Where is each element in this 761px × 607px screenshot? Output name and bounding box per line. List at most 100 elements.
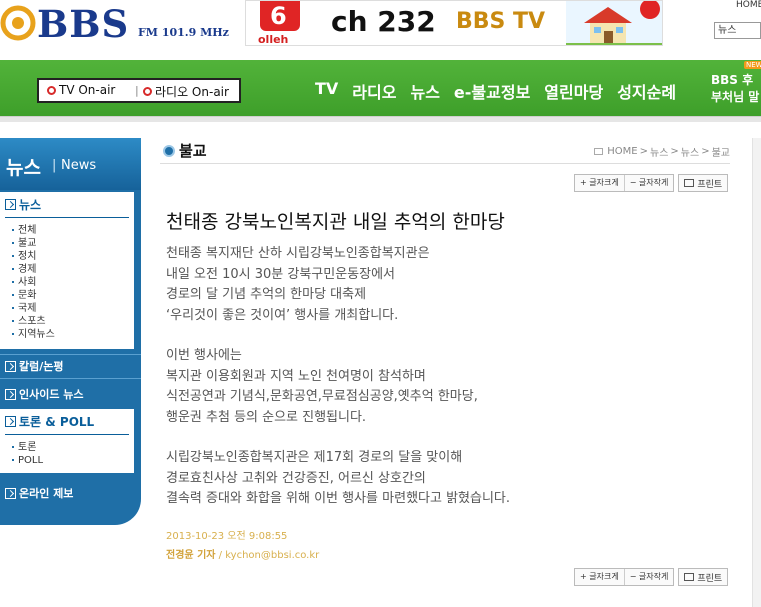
site-select[interactable]: 뉴스	[714, 22, 761, 39]
body-line: 경로효친사상 고취와 건강증진, 어르신 상호간의	[166, 470, 426, 486]
sidebar-item-society[interactable]: 사회	[12, 276, 55, 289]
nav-extra-line1: BBS 후	[711, 73, 754, 87]
sidebar-poll-title[interactable]: 토론 & POLL	[5, 413, 94, 430]
radio-onair-link[interactable]: 라디오 On-air	[143, 83, 229, 100]
font-size-group: + 글자크게 − 글자작게	[574, 568, 675, 586]
nav-item-pilgrimage[interactable]: 성지순례	[617, 79, 676, 103]
print-label: 프린트	[697, 573, 723, 584]
article-headline: 천태종 강북노인복지관 내일 추억의 한마당	[166, 211, 505, 233]
printer-icon	[684, 179, 695, 187]
page: BBS FM 101.9 MHz 6 olleh ch 232 BBS TV H…	[0, 0, 761, 607]
font-smaller-button[interactable]: − 글자작게	[623, 569, 674, 585]
body-line: 천태종 복지재단 산하 시립강북노인종합복지관은	[166, 246, 430, 261]
home-icon	[594, 148, 604, 155]
breadcrumb-separator: >	[639, 146, 648, 157]
body-line: ‘우리것이 좋은 것이여’ 행사를 개최합니다.	[166, 307, 399, 323]
nav-divider	[0, 116, 761, 122]
body-line: 복지관 이용회원과 지역 노인 천여명이 참석하며	[166, 368, 426, 384]
nav-extra-link[interactable]: BBS 후 부처님 말	[711, 72, 761, 106]
breadcrumb-news[interactable]: 뉴스	[650, 144, 668, 159]
sidebar-item-sports[interactable]: 스포츠	[12, 315, 55, 328]
sidebar-news-title-label: 뉴스	[19, 198, 42, 212]
nav-item-tv[interactable]: TV	[315, 79, 338, 103]
sidebar-poll-list: 토론 POLL	[12, 441, 43, 467]
nav-item-open-forum[interactable]: 열린마당	[544, 79, 603, 103]
onair-dot-icon	[47, 85, 56, 95]
article-body: 천태종 복지재단 산하 시립강북노인종합복지관은 내일 오전 10시 30분 강…	[166, 244, 726, 510]
sidebar-item-economy[interactable]: 경제	[12, 263, 55, 276]
font-size-group: + 글자크게 − 글자작게	[574, 174, 675, 192]
body-line: 식전공연과 기념식,문화공연,무료점심공양,옛추억 한마당,	[166, 389, 478, 404]
sidebar-link-inside[interactable]: 인사이드 뉴스	[5, 386, 84, 402]
sidebar-news-panel: 뉴스 전체 불교 정치 경제 사회 문화 국제 스포츠 지역뉴스	[0, 192, 134, 349]
body-line: 결속력 증대와 화합을 위해 이번 행사를 마련했다고 밝혔습니다.	[166, 491, 511, 506]
divider	[0, 378, 141, 379]
article-writer: 전경윤 기자 / kychon@bbsi.co.kr	[166, 546, 319, 561]
article-date: 2013-10-23 오전 9:08:55	[166, 531, 288, 542]
sidebar-item-debate[interactable]: 토론	[12, 441, 43, 454]
sidebar-item-all[interactable]: 전체	[12, 224, 55, 237]
font-bigger-button[interactable]: + 글자크게	[575, 175, 624, 191]
sidebar-item-poll[interactable]: POLL	[12, 454, 43, 467]
nav-item-ebuddhism[interactable]: e-불교정보	[454, 79, 530, 103]
writer-separator: /	[218, 550, 223, 561]
sidebar-link-report-label: 온라인 제보	[19, 487, 74, 500]
chevron-right-icon	[5, 360, 16, 372]
sidebar-title: 뉴스	[6, 157, 41, 179]
print-button[interactable]: 프린트	[678, 568, 729, 586]
sidebar-item-international[interactable]: 국제	[12, 302, 55, 315]
olleh-logo-icon: 6	[260, 1, 300, 31]
house-illustration-icon	[566, 1, 662, 45]
home-link[interactable]: HOME	[736, 0, 761, 10]
vertical-scrollbar[interactable]	[752, 138, 761, 607]
font-smaller-button[interactable]: − 글자작게	[623, 175, 674, 191]
olleh-tv-banner[interactable]: 6 olleh ch 232 BBS TV	[245, 0, 663, 46]
section-divider	[160, 163, 730, 164]
sidebar-item-culture[interactable]: 문화	[12, 289, 55, 302]
sidebar-news-title[interactable]: 뉴스	[5, 196, 41, 213]
sidebar-link-column[interactable]: 칼럼/논평	[5, 358, 64, 374]
lotus-logo-icon	[0, 5, 36, 41]
breadcrumb-home[interactable]: HOME	[607, 146, 637, 157]
sidebar-poll-panel: 토론 & POLL 토론 POLL	[0, 409, 134, 473]
olleh-caption: olleh	[258, 33, 289, 46]
body-line: 시립강북노인종합복지관은 제17회 경로의 달을 맞이해	[166, 450, 463, 465]
nav-item-radio[interactable]: 라디오	[352, 79, 396, 103]
sidebar-item-buddhism[interactable]: 불교	[12, 237, 55, 250]
breadcrumb-news-sub[interactable]: 뉴스	[681, 144, 699, 159]
section-bullet-icon	[163, 145, 175, 157]
nav-item-news[interactable]: 뉴스	[410, 79, 439, 103]
sidebar-link-report[interactable]: 온라인 제보	[5, 485, 73, 501]
writer-email[interactable]: kychon@bbsi.co.kr	[225, 550, 319, 561]
divider	[5, 217, 129, 218]
section-title: 불교	[179, 142, 207, 160]
main-navigation: TV On-air | 라디오 On-air TV 라디오 뉴스 e-불교정보 …	[0, 60, 761, 116]
sidebar-item-politics[interactable]: 정치	[12, 250, 55, 263]
breadcrumb: HOME > 뉴스 > 뉴스 > 불교	[594, 144, 730, 159]
print-button[interactable]: 프린트	[678, 174, 729, 192]
sidebar-header: 뉴스 | News	[0, 138, 141, 190]
gnb-menu: TV 라디오 뉴스 e-불교정보 열린마당 성지순례	[315, 79, 690, 103]
sidebar-link-inside-label: 인사이드 뉴스	[19, 388, 84, 401]
body-line: 행운권 추첨 등의 순으로 진행됩니다.	[166, 409, 367, 425]
bbs-logo[interactable]: BBS FM 101.9 MHz	[0, 0, 240, 50]
article-tools-top: + 글자크게 − 글자작게 프린트	[574, 174, 729, 192]
sidebar-poll-title-label: 토론 & POLL	[19, 415, 95, 429]
body-line: 이번 행사에는	[166, 348, 242, 363]
breadcrumb-separator: >	[670, 146, 679, 157]
sidebar-title-separator: |	[52, 158, 57, 173]
body-line: 내일 오전 10시 30분 강북구민운동장에서	[166, 266, 396, 282]
radio-onair-label: 라디오 On-air	[155, 85, 229, 99]
divider	[5, 434, 129, 435]
sidebar-title-en: News	[61, 158, 97, 173]
writer-name: 전경윤 기자	[166, 550, 216, 561]
chevron-right-icon	[5, 199, 16, 210]
logo-frequency: FM 101.9 MHz	[138, 26, 229, 39]
sidebar-link-column-label: 칼럼/논평	[19, 360, 64, 373]
font-bigger-button[interactable]: + 글자크게	[575, 569, 624, 585]
tv-onair-link[interactable]: TV On-air	[47, 83, 115, 97]
tv-onair-label: TV On-air	[59, 83, 116, 97]
sidebar-item-local[interactable]: 지역뉴스	[12, 328, 55, 341]
onair-box: TV On-air | 라디오 On-air	[37, 78, 241, 103]
